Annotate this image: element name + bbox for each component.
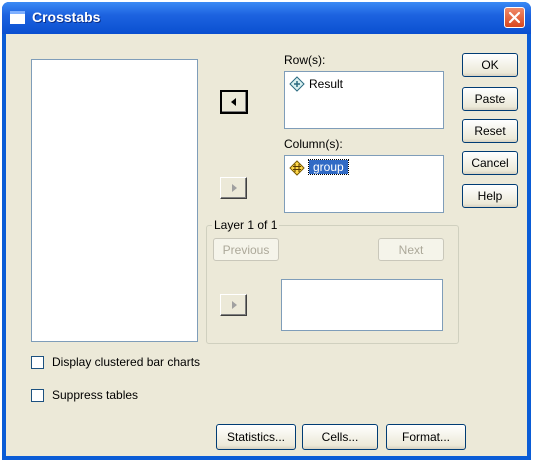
window-title: Crosstabs xyxy=(32,9,101,25)
arrow-right-icon xyxy=(232,184,237,192)
window-icon xyxy=(10,11,25,24)
layer-list[interactable] xyxy=(281,279,443,331)
scale-variable-icon xyxy=(289,76,305,92)
cancel-button[interactable]: Cancel xyxy=(462,151,518,175)
help-button[interactable]: Help xyxy=(462,184,518,208)
reset-button[interactable]: Reset xyxy=(462,119,518,143)
close-button[interactable] xyxy=(504,7,525,28)
previous-layer-button[interactable]: Previous xyxy=(213,238,279,261)
next-layer-button[interactable]: Next xyxy=(378,238,444,261)
dialog-body: Row(s): Result Column(s): group Layer 1 … xyxy=(6,34,527,456)
nominal-variable-icon xyxy=(289,160,305,176)
arrow-left-icon xyxy=(231,98,236,106)
rows-item[interactable]: Result xyxy=(309,77,343,91)
format-button[interactable]: Format... xyxy=(386,424,466,450)
clustered-bar-charts-label: Display clustered bar charts xyxy=(52,355,201,369)
rows-list[interactable]: Result xyxy=(284,71,444,129)
statistics-button[interactable]: Statistics... xyxy=(216,424,296,450)
cells-button[interactable]: Cells... xyxy=(302,424,378,450)
columns-list[interactable]: group xyxy=(284,155,444,213)
close-icon xyxy=(508,11,521,24)
layer-label: Layer 1 of 1 xyxy=(212,218,280,232)
suppress-tables-label: Suppress tables xyxy=(52,388,139,402)
arrow-right-icon xyxy=(232,301,237,309)
title-bar[interactable]: Crosstabs xyxy=(2,2,531,34)
crosstabs-window: Crosstabs Row(s): Result Column(s): grou… xyxy=(2,2,531,460)
suppress-tables-checkbox[interactable] xyxy=(31,389,44,402)
source-variable-list[interactable] xyxy=(31,59,198,342)
clustered-bar-charts-checkbox[interactable] xyxy=(31,356,44,369)
rows-label: Row(s): xyxy=(284,53,326,67)
move-to-layer-button[interactable] xyxy=(220,294,247,316)
move-to-rows-button[interactable] xyxy=(220,90,248,114)
paste-button[interactable]: Paste xyxy=(462,87,518,111)
ok-button[interactable]: OK xyxy=(462,53,518,77)
columns-label: Column(s): xyxy=(284,137,343,151)
move-to-columns-button[interactable] xyxy=(220,177,247,199)
columns-item[interactable]: group xyxy=(308,159,349,175)
